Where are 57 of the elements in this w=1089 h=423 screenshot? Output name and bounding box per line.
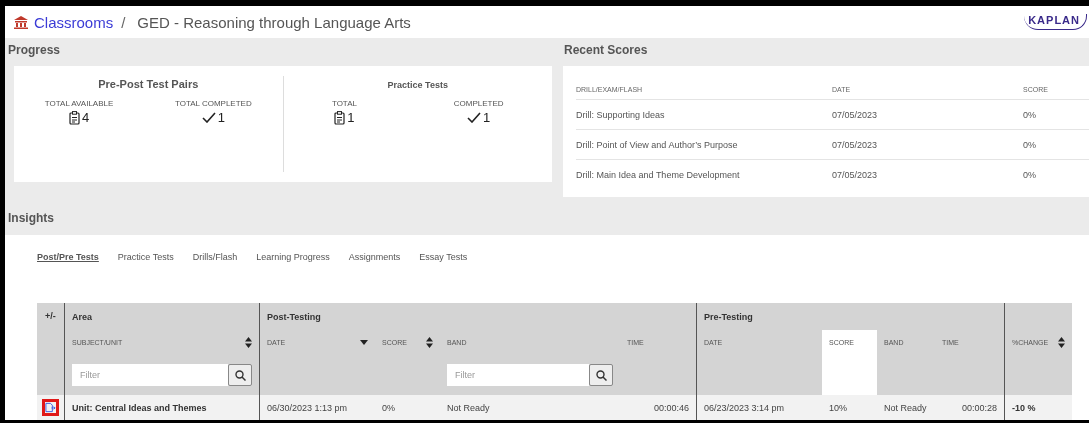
table-cell: 06/23/2023 3:14 pm	[704, 402, 785, 413]
document-icon	[45, 402, 56, 413]
table-cell: Not Ready	[884, 402, 927, 413]
table-cell: -10 %	[1012, 402, 1036, 413]
section-title: Recent Scores	[563, 42, 649, 59]
check-icon	[467, 112, 482, 123]
logo: KAPLAN	[1024, 14, 1087, 30]
search-button[interactable]	[228, 364, 252, 386]
stat-label: TOTAL COMPLETED	[174, 99, 252, 108]
table-cell: 0%	[382, 402, 395, 413]
table-cell-text: 0%	[1023, 139, 1037, 150]
group-title: Pre-Post Test Pairs	[98, 78, 199, 90]
stat-value: 1	[347, 110, 355, 125]
table-cell: 00:00:46	[653, 402, 689, 413]
section-title: Insights	[7, 210, 55, 226]
tab[interactable]: Assignments	[348, 252, 401, 264]
table-cell-text: Drill: Supporting Ideas	[576, 109, 666, 120]
table-cell: 10%	[829, 402, 847, 413]
tab[interactable]: Essay Tests	[419, 252, 468, 264]
table-cell-text: Drill: Point of View and Author’s Purpose	[576, 139, 739, 150]
table-cell: 00:00:28	[961, 402, 997, 413]
column-header: Area	[65, 303, 260, 330]
tab[interactable]: Drills/Flash	[192, 252, 238, 264]
breadcrumb-link[interactable]: Classrooms	[34, 13, 114, 31]
breadcrumb-separator: /	[121, 13, 126, 31]
stat-label: TOTAL	[331, 99, 357, 108]
search-button[interactable]	[589, 364, 613, 386]
table-cell-text: 0%	[1023, 169, 1037, 180]
section-title: Progress	[7, 42, 62, 59]
table-cell-text: 07/05/2023	[832, 139, 879, 150]
table-cell-text: Drill: Main Idea and Theme Development	[576, 169, 741, 180]
table-cell-text: 0%	[1023, 109, 1037, 120]
search-icon	[595, 369, 607, 381]
table-cell-text: 07/05/2023	[832, 109, 879, 120]
table-cell: Not Ready	[447, 402, 490, 413]
group-title: Practice Tests	[387, 80, 448, 90]
table-cell: 06/30/2023 1:13 pm	[267, 402, 348, 413]
search-icon	[234, 369, 246, 381]
tab[interactable]: Practice Tests	[117, 252, 174, 264]
tab[interactable]: Learning Progress	[256, 252, 330, 264]
expand-button[interactable]	[42, 399, 59, 416]
stat-label: COMPLETED	[453, 99, 504, 108]
table-cell-text: 07/05/2023	[832, 169, 879, 180]
stat-label: TOTAL AVAILABLE	[44, 99, 114, 108]
stat-value: 1	[217, 110, 225, 125]
filter-field[interactable]: Filter	[72, 364, 228, 386]
page-title: GED - Reasoning through Language Arts	[137, 13, 411, 31]
column-group-header: Post-Testing	[260, 303, 697, 330]
clipboard-icon	[334, 110, 346, 125]
clipboard-icon	[68, 110, 80, 125]
stat-value: 4	[81, 110, 90, 125]
tab[interactable]: Post/Pre Tests	[37, 252, 99, 264]
check-icon	[201, 112, 216, 123]
bank-icon	[14, 16, 28, 29]
table-cell: Unit: Central Ideas and Themes	[72, 402, 207, 413]
stat-value: 1	[483, 110, 491, 125]
filter-field[interactable]: Filter	[447, 364, 589, 386]
